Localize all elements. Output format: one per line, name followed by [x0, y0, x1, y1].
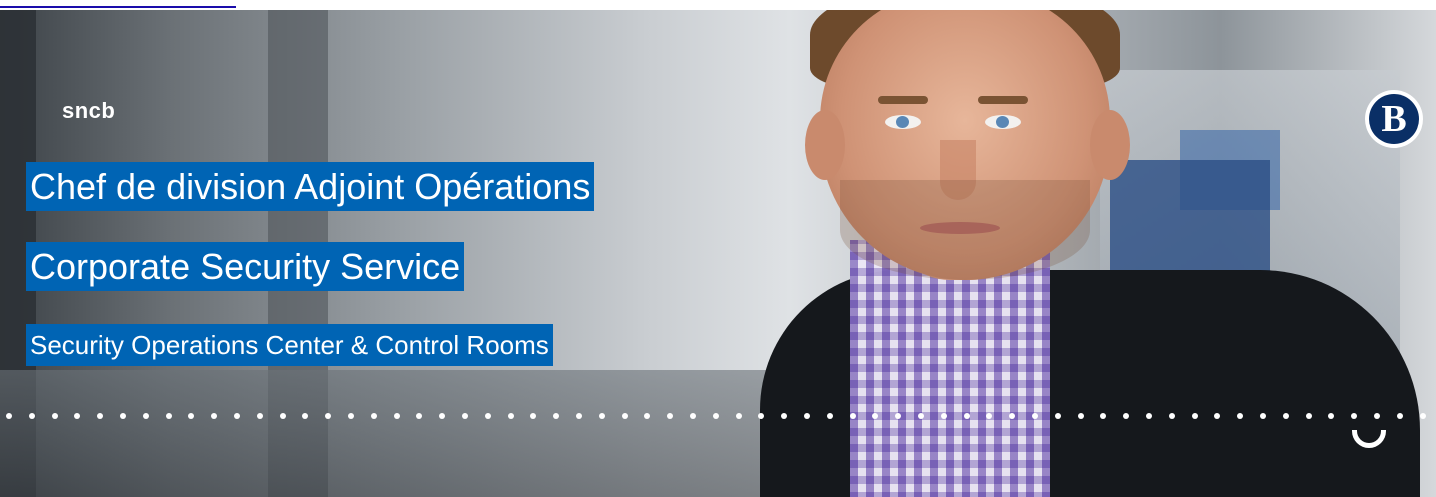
divider-dot: [302, 413, 309, 419]
unit-name: Security Operations Center & Control Roo…: [26, 324, 553, 366]
divider-dot: [348, 413, 354, 419]
job-title: Chef de division Adjoint Opérations: [26, 162, 595, 211]
divider-dot: [826, 413, 833, 419]
portrait-eye: [985, 115, 1021, 129]
divider-dot: [462, 413, 468, 419]
divider-dot: [1032, 413, 1038, 419]
divider-dot: [1328, 413, 1335, 419]
divider-dot: [644, 413, 651, 419]
divider-dot: [986, 413, 993, 419]
divider-dot: [872, 413, 879, 419]
divider-dot: [1077, 413, 1084, 419]
divider-dot: [1305, 413, 1312, 419]
divider-dot: [234, 413, 240, 419]
divider-dot: [1100, 413, 1107, 419]
divider-dot: [940, 413, 947, 419]
divider-dot: [849, 413, 856, 419]
divider-dot: [1282, 413, 1289, 419]
divider-dot: [1214, 413, 1221, 419]
divider-dot: [781, 413, 788, 419]
divider-dot: [690, 413, 696, 419]
divider-dot: [279, 413, 286, 419]
divider-dot: [97, 413, 104, 419]
divider-dot: [28, 413, 35, 419]
b-logo-letter: B: [1369, 94, 1419, 144]
divider-dot: [74, 413, 81, 419]
divider-dot: [576, 413, 582, 419]
divider-dot: [1351, 413, 1358, 419]
divider-dot: [667, 413, 674, 419]
divider-dot: [120, 413, 126, 419]
divider-dot: [370, 413, 377, 419]
divider-dot: [51, 413, 58, 419]
divider-dot: [1191, 413, 1198, 419]
divider-dot: [1123, 413, 1130, 419]
divider-dot: [393, 413, 400, 419]
divider-dot: [6, 413, 12, 419]
divider-dot: [758, 413, 765, 419]
divider-dot: [598, 413, 605, 419]
divider-dot: [895, 413, 902, 419]
divider-dot: [1054, 413, 1061, 419]
divider-dot: [621, 413, 628, 419]
divider-dot: [211, 413, 218, 419]
divider-dot: [804, 413, 810, 419]
divider-dot: [1260, 413, 1266, 419]
divider-dot: [165, 413, 172, 419]
portrait-photo: [760, 10, 1420, 497]
divider-dot: [188, 413, 195, 419]
divider-dot: [530, 413, 537, 419]
divider-dot: [963, 413, 970, 419]
portrait-mouth: [920, 222, 1000, 234]
divider-dot: [484, 413, 491, 419]
divider-dot: [142, 413, 149, 419]
divider-dot: [507, 413, 514, 419]
background-desk: [0, 370, 800, 497]
divider-dot: [256, 413, 263, 419]
portrait-ear: [1090, 110, 1130, 180]
sncb-wordmark: sncb: [62, 98, 116, 123]
divider-dot: [1419, 413, 1426, 419]
divider-dot: [918, 413, 924, 419]
divider-dot: [325, 413, 332, 419]
divider-dot: [1168, 413, 1175, 419]
hero-banner: sncb Chef de division Adjoint Opérations…: [0, 10, 1436, 497]
top-link-underline[interactable]: [0, 0, 236, 10]
divider-dot: [735, 413, 742, 419]
divider-dot: [1237, 413, 1244, 419]
divider-dot: [712, 413, 719, 419]
portrait-eye: [885, 115, 921, 129]
divider-dot: [1146, 413, 1152, 419]
divider-dot: [439, 413, 446, 419]
portrait-ear: [805, 110, 845, 180]
divider-dot: [1396, 413, 1403, 419]
dotted-divider: [0, 410, 1436, 420]
divider-dot: [416, 413, 423, 419]
portrait-brow: [978, 96, 1028, 104]
department-name: Corporate Security Service: [26, 242, 465, 291]
portrait-brow: [878, 96, 928, 104]
divider-dot: [1009, 413, 1016, 419]
divider-dot: [553, 413, 560, 419]
sncb-b-logo-icon: B: [1365, 90, 1423, 148]
divider-dot: [1374, 413, 1380, 419]
